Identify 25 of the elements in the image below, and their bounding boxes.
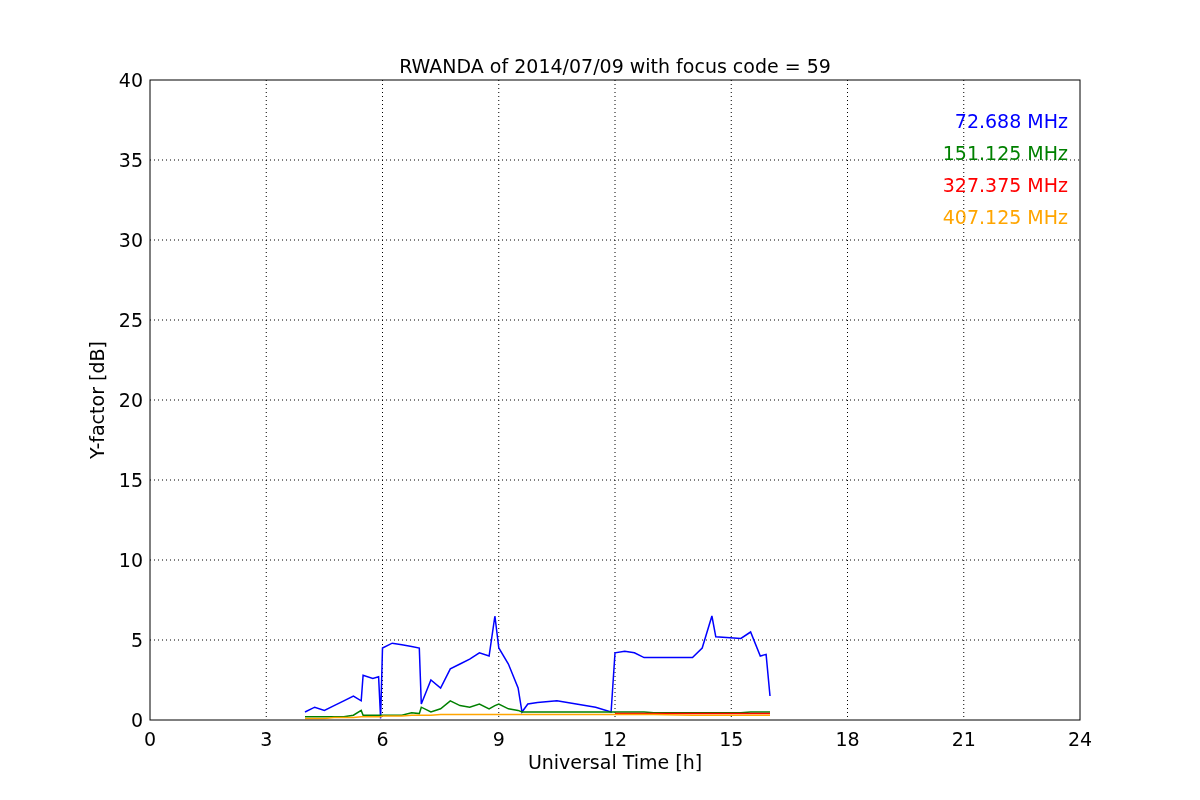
x-tick-label: 9 [492, 728, 505, 750]
y-tick-label: 0 [130, 709, 143, 731]
y-tick-label: 20 [118, 389, 143, 411]
y-tick-label: 30 [118, 229, 143, 251]
y-tick-label: 5 [130, 629, 143, 651]
x-tick-label: 6 [376, 728, 389, 750]
legend-label: 327.375 MHz [942, 174, 1068, 196]
y-tick-label: 40 [118, 69, 143, 91]
y-tick-label: 25 [118, 309, 143, 331]
y-tick-label: 35 [118, 149, 143, 171]
x-axis-label: Universal Time [h] [527, 751, 703, 773]
x-tick-label: 21 [951, 728, 976, 750]
legend-label: 72.688 MHz [954, 110, 1068, 132]
y-tick-label: 10 [118, 549, 143, 571]
legend-label: 407.125 MHz [942, 206, 1068, 228]
chart-title: RWANDA of 2014/07/09 with focus code = 59 [399, 55, 831, 77]
legend-label: 151.125 MHz [942, 142, 1068, 164]
x-tick-label: 0 [143, 728, 157, 750]
y-axis-label: Y-factor [dB] [86, 341, 108, 459]
y-tick-label: 15 [118, 469, 143, 491]
x-tick-label: 18 [835, 728, 860, 750]
x-tick-label: 15 [719, 728, 744, 750]
x-tick-label: 24 [1067, 728, 1093, 750]
x-tick-label: 12 [602, 728, 628, 750]
x-tick-label: 3 [260, 728, 273, 750]
